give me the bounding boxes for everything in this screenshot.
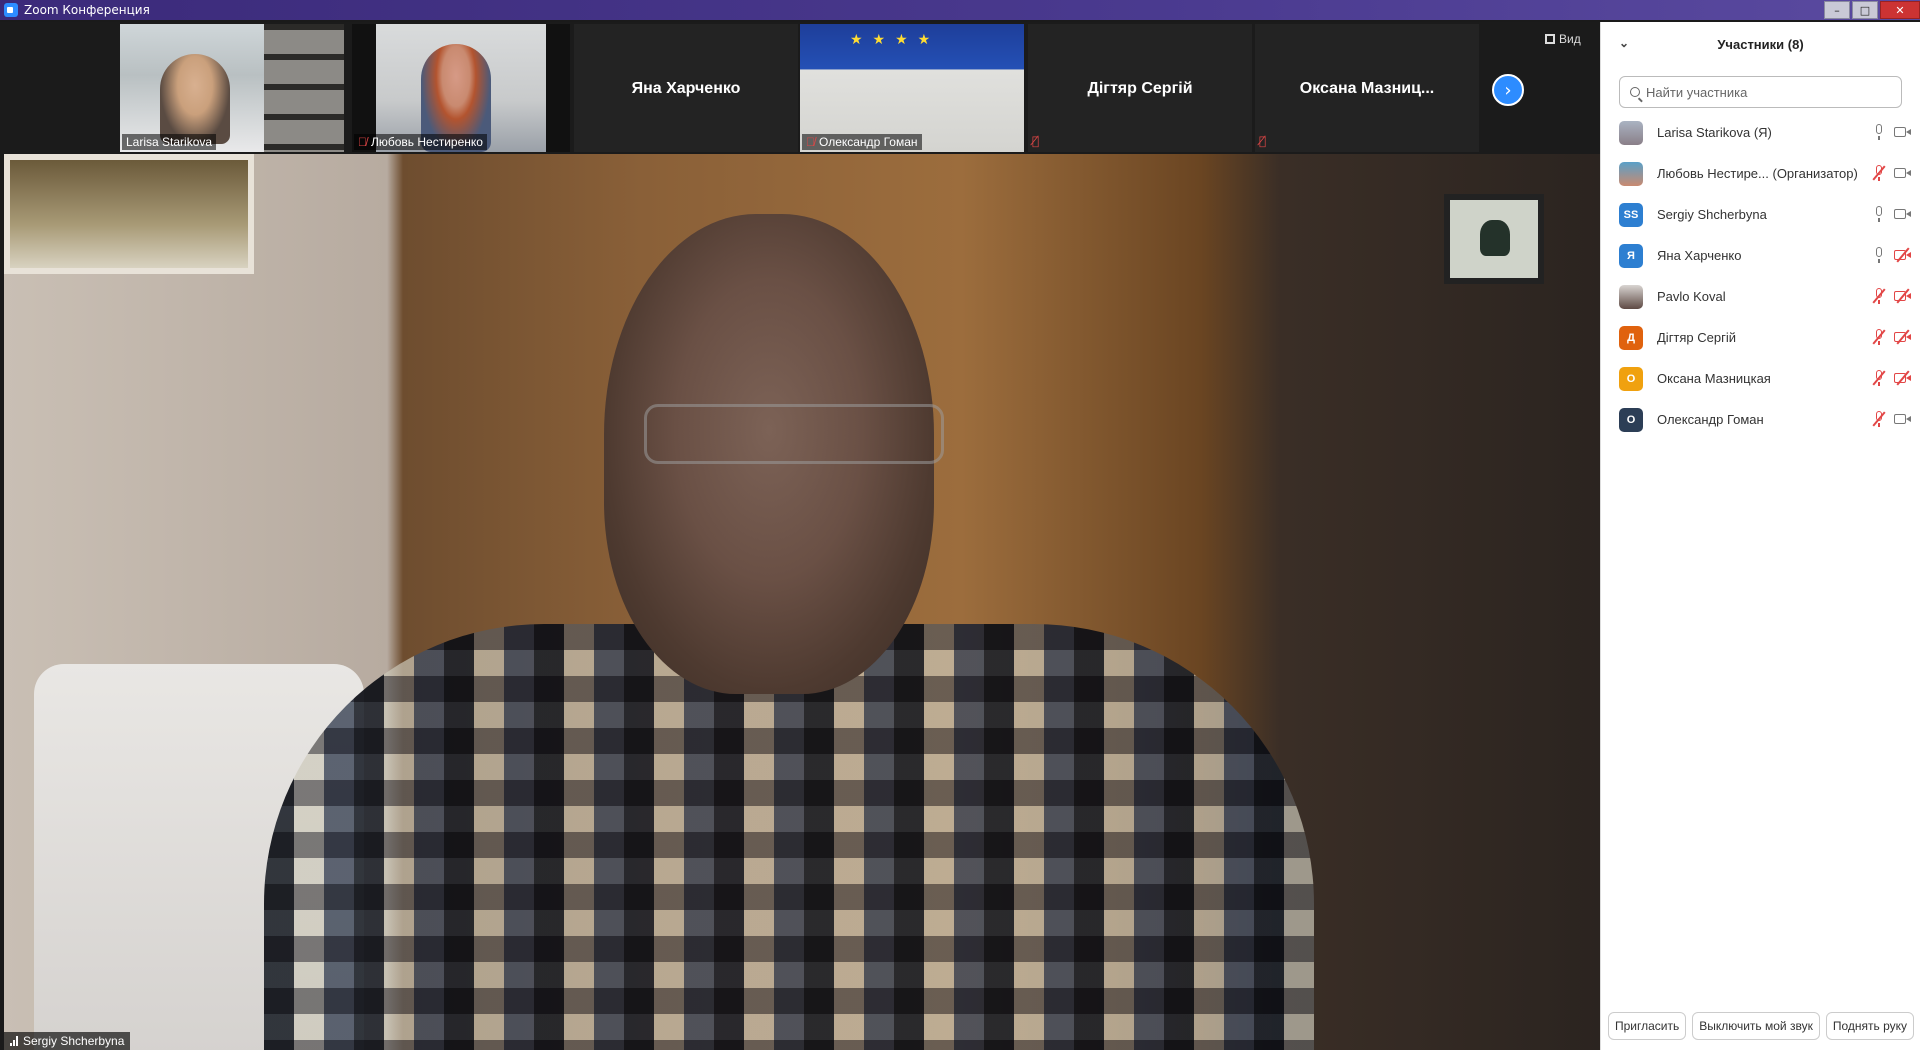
participant-row[interactable]: Larisa Starikova (Я): [1601, 112, 1920, 153]
participant-name: Larisa Starikova (Я): [1657, 125, 1772, 140]
gallery-next-button[interactable]: ›: [1492, 74, 1524, 106]
muted-mic-icon: 🎙̸: [806, 135, 815, 149]
zoom-app-icon: [4, 3, 18, 17]
mic-muted-icon[interactable]: [1872, 411, 1886, 427]
search-box[interactable]: [1619, 76, 1902, 108]
window-title: Zoom Конференция: [24, 3, 150, 17]
camera-off-icon[interactable]: [1894, 330, 1912, 344]
participant-status-icons: [1872, 206, 1912, 222]
participant-name: Sergiy Shcherbyna: [1657, 207, 1767, 222]
video-tile[interactable]: 🎙̸ Любовь Нестиренко: [352, 24, 570, 152]
mute-me-button[interactable]: Выключить мой звук: [1692, 1012, 1820, 1040]
camera-off-icon[interactable]: [1894, 248, 1912, 262]
participant-row[interactable]: О Оксана Мазницкая: [1601, 358, 1920, 399]
tile-name-label: 🎙̸ Любовь Нестиренко: [354, 134, 487, 150]
participant-name: Яна Харченко: [1657, 248, 1742, 263]
mic-muted-icon[interactable]: [1872, 370, 1886, 386]
participant-row[interactable]: Я Яна Харченко: [1601, 235, 1920, 276]
window-controls: – □ ✕: [1822, 0, 1920, 20]
participant-status-icons: [1872, 124, 1912, 140]
video-tile[interactable]: Larisa Starikova: [120, 24, 344, 152]
window-titlebar: Zoom Конференция – □ ✕: [0, 0, 1920, 20]
mic-icon[interactable]: [1872, 206, 1886, 222]
camera-icon[interactable]: [1894, 412, 1912, 426]
avatar: О: [1619, 407, 1643, 432]
camera-icon[interactable]: [1894, 207, 1912, 221]
participant-name: Любовь Нестире... (Организатор): [1657, 166, 1858, 181]
participant-row[interactable]: Pavlo Koval: [1601, 276, 1920, 317]
tile-name-label: 🎙̸ Олександр Гоман: [802, 134, 922, 150]
background-shelf: [264, 24, 344, 152]
gallery-strip: Larisa Starikova 🎙̸ Любовь Нестиренко Ян…: [0, 22, 1600, 154]
grid-view-icon: [1545, 34, 1555, 44]
avatar: SS: [1619, 202, 1643, 227]
speaker-glasses: [644, 404, 944, 464]
raise-hand-button[interactable]: Поднять руку: [1825, 1012, 1914, 1040]
minimize-button[interactable]: –: [1824, 1, 1850, 19]
avatar: Д: [1619, 325, 1643, 350]
participant-video: [376, 24, 546, 152]
participants-panel: ⌄ Участники (8) Larisa Starikova (Я) Любо…: [1600, 22, 1920, 1050]
participant-name: Pavlo Koval: [1657, 289, 1726, 304]
muted-mic-icon: 🎙̸: [1032, 134, 1040, 148]
tile-name-center: Оксана Мазниц...: [1299, 80, 1435, 97]
participant-name: Оксана Мазницкая: [1657, 371, 1771, 386]
participant-video: [160, 54, 230, 144]
video-tile[interactable]: ★★★★ 🎙̸ Олександр Гоман: [800, 24, 1024, 152]
view-button[interactable]: Вид: [1545, 32, 1581, 46]
participant-name: Дігтяр Сергій: [1657, 330, 1737, 345]
participant-status-icons: [1872, 370, 1912, 386]
mic-icon[interactable]: [1872, 247, 1886, 263]
avatar: [1619, 284, 1643, 309]
camera-icon[interactable]: [1894, 166, 1912, 180]
background-butterfly-frame: [1444, 194, 1544, 284]
participant-row[interactable]: Д Дігтяр Сергій: [1601, 317, 1920, 358]
avatar: О: [1619, 366, 1643, 391]
video-tile[interactable]: Яна Харченко: [574, 24, 798, 152]
chevron-down-icon[interactable]: ⌄: [1619, 36, 1629, 50]
participant-row[interactable]: Любовь Нестире... (Организатор): [1601, 153, 1920, 194]
close-button[interactable]: ✕: [1880, 1, 1920, 19]
mic-muted-icon[interactable]: [1872, 165, 1886, 181]
speaker-name-label: Sergiy Shcherbyna: [4, 1032, 131, 1050]
participant-status-icons: [1872, 288, 1912, 304]
mic-icon[interactable]: [1872, 124, 1886, 140]
avatar: [1619, 161, 1643, 186]
camera-off-icon[interactable]: [1894, 289, 1912, 303]
participant-row[interactable]: SS Sergiy Shcherbyna: [1601, 194, 1920, 235]
camera-off-icon[interactable]: [1894, 371, 1912, 385]
participants-title: Участники (8): [1717, 36, 1804, 52]
participant-name: Олександр Гоман: [1657, 412, 1764, 427]
mic-muted-icon[interactable]: [1872, 288, 1886, 304]
participants-header: ⌄ Участники (8): [1601, 22, 1920, 66]
video-tile[interactable]: Оксана Мазниц... 🎙̸: [1255, 24, 1479, 152]
participant-status-icons: [1872, 165, 1912, 181]
active-speaker-video[interactable]: Sergiy Shcherbyna: [4, 154, 1600, 1050]
tile-name-center: Дігтяр Сергій: [1087, 80, 1193, 97]
chevron-right-icon: ›: [1504, 79, 1512, 101]
tile-name-center: Яна Харченко: [631, 80, 741, 97]
mic-muted-icon[interactable]: [1872, 329, 1886, 345]
participant-list: Larisa Starikova (Я) Любовь Нестире... (О…: [1601, 112, 1920, 440]
search-icon: [1630, 87, 1640, 97]
camera-icon[interactable]: [1894, 125, 1912, 139]
tile-name-label: Larisa Starikova: [122, 134, 217, 150]
invite-button[interactable]: Пригласить: [1607, 1012, 1687, 1040]
participant-status-icons: [1872, 329, 1912, 345]
muted-mic-icon: 🎙̸: [358, 135, 367, 149]
avatar: Я: [1619, 243, 1643, 268]
video-tile[interactable]: Дігтяр Сергій 🎙̸: [1028, 24, 1252, 152]
eu-flag-stars: ★★★★: [850, 32, 941, 48]
maximize-button[interactable]: □: [1852, 1, 1878, 19]
background-painting: [4, 154, 254, 274]
participant-status-icons: [1872, 411, 1912, 427]
avatar: [1619, 120, 1643, 145]
signal-strength-icon: [10, 1036, 18, 1046]
participant-row[interactable]: О Олександр Гоман: [1601, 399, 1920, 440]
participant-status-icons: [1872, 247, 1912, 263]
participants-footer: Пригласить Выключить мой звук Поднять ру…: [1601, 1002, 1920, 1050]
participant-search-input[interactable]: [1646, 84, 1896, 100]
muted-mic-icon: 🎙̸: [1259, 134, 1267, 148]
